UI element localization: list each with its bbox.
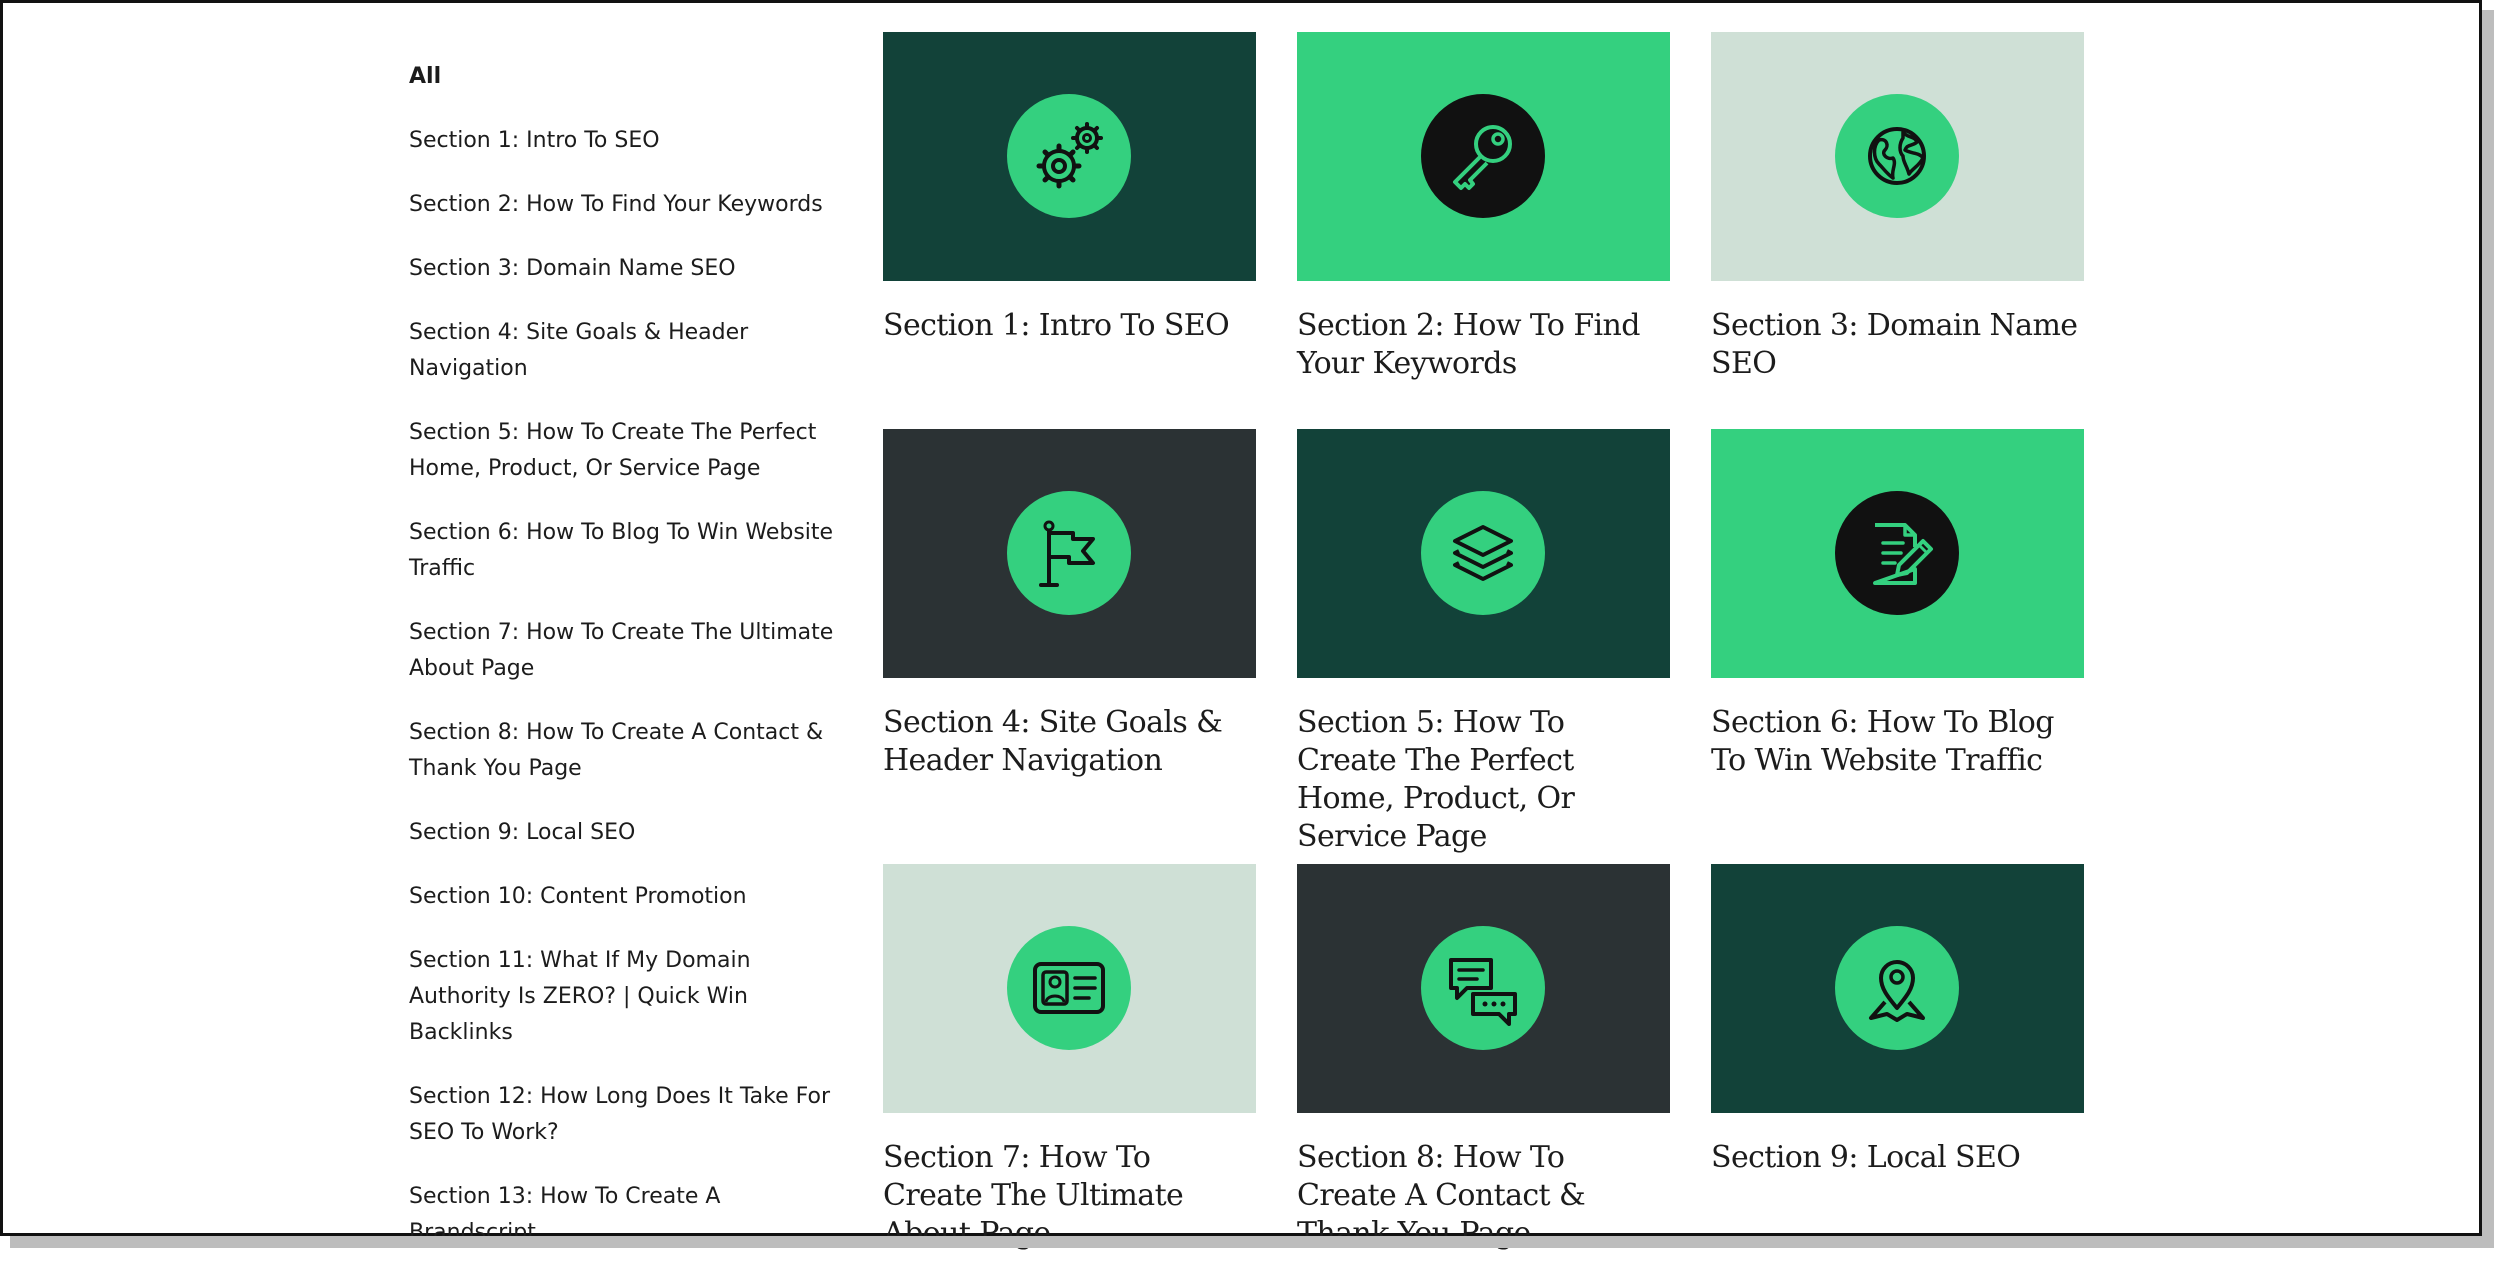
sidebar-item-section-5[interactable]: Section 5: How To Create The Perfect Hom… — [409, 415, 839, 487]
card-thumbnail[interactable] — [1711, 32, 2084, 281]
card-title[interactable]: Section 6: How To Blog To Win Website Tr… — [1711, 704, 2084, 780]
card-title[interactable]: Section 3: Domain Name SEO — [1711, 307, 2084, 383]
section-card-9[interactable]: Section 9: Local SEO — [1711, 864, 2084, 1177]
section-card-5[interactable]: Section 5: How To Create The Perfect Hom… — [1297, 429, 1670, 856]
layers-icon — [1421, 491, 1545, 615]
key-icon — [1421, 94, 1545, 218]
card-title[interactable]: Section 4: Site Goals & Header Navigatio… — [883, 704, 1256, 780]
sidebar-item-section-1[interactable]: Section 1: Intro To SEO — [409, 123, 839, 159]
card-thumbnail[interactable] — [883, 32, 1256, 281]
id-card-icon — [1007, 926, 1131, 1050]
gears-icon — [1007, 94, 1131, 218]
section-card-6[interactable]: Section 6: How To Blog To Win Website Tr… — [1711, 429, 2084, 780]
card-thumbnail[interactable] — [1711, 864, 2084, 1113]
map-pin-icon — [1835, 926, 1959, 1050]
section-card-3[interactable]: Section 3: Domain Name SEO — [1711, 32, 2084, 383]
sidebar-item-section-7[interactable]: Section 7: How To Create The Ultimate Ab… — [409, 615, 839, 687]
document-pencil-icon — [1835, 491, 1959, 615]
card-thumbnail[interactable] — [1297, 864, 1670, 1113]
card-thumbnail[interactable] — [883, 864, 1256, 1113]
sidebar-item-section-3[interactable]: Section 3: Domain Name SEO — [409, 251, 839, 287]
section-card-1[interactable]: Section 1: Intro To SEO — [883, 32, 1256, 345]
sidebar-item-section-2[interactable]: Section 2: How To Find Your Keywords — [409, 187, 839, 223]
frame-shadow-bottom — [10, 1236, 2494, 1248]
section-card-4[interactable]: Section 4: Site Goals & Header Navigatio… — [883, 429, 1256, 780]
card-title[interactable]: Section 2: How To Find Your Keywords — [1297, 307, 1670, 383]
section-card-8[interactable]: Section 8: How To Create A Contact & Tha… — [1297, 864, 1670, 1253]
section-card-2[interactable]: Section 2: How To Find Your Keywords — [1297, 32, 1670, 383]
chat-bubbles-icon — [1421, 926, 1545, 1050]
sidebar-item-section-10[interactable]: Section 10: Content Promotion — [409, 879, 839, 915]
sidebar-item-section-8[interactable]: Section 8: How To Create A Contact & Tha… — [409, 715, 839, 787]
globe-icon — [1835, 94, 1959, 218]
sidebar-item-section-6[interactable]: Section 6: How To Blog To Win Website Tr… — [409, 515, 839, 587]
card-title[interactable]: Section 1: Intro To SEO — [883, 307, 1256, 345]
frame-shadow-right — [2482, 10, 2494, 1246]
sidebar-item-section-11[interactable]: Section 11: What If My Domain Authority … — [409, 943, 839, 1051]
sidebar-item-section-9[interactable]: Section 9: Local SEO — [409, 815, 839, 851]
card-title[interactable]: Section 5: How To Create The Perfect Hom… — [1297, 704, 1670, 856]
section-filter-sidebar: All Section 1: Intro To SEO Section 2: How… — [409, 59, 839, 1279]
flag-icon — [1007, 491, 1131, 615]
sidebar-item-section-12[interactable]: Section 12: How Long Does It Take For SE… — [409, 1079, 839, 1151]
card-thumbnail[interactable] — [1297, 429, 1670, 678]
sidebar-item-all[interactable]: All — [409, 59, 839, 95]
card-thumbnail[interactable] — [1297, 32, 1670, 281]
page-frame: All Section 1: Intro To SEO Section 2: How… — [0, 0, 2482, 1251]
card-title[interactable]: Section 9: Local SEO — [1711, 1139, 2084, 1177]
section-card-7[interactable]: Section 7: How To Create The Ultimate Ab… — [883, 864, 1256, 1253]
card-thumbnail[interactable] — [1711, 429, 2084, 678]
sidebar-item-section-4[interactable]: Section 4: Site Goals & Header Navigatio… — [409, 315, 839, 387]
card-thumbnail[interactable] — [883, 429, 1256, 678]
